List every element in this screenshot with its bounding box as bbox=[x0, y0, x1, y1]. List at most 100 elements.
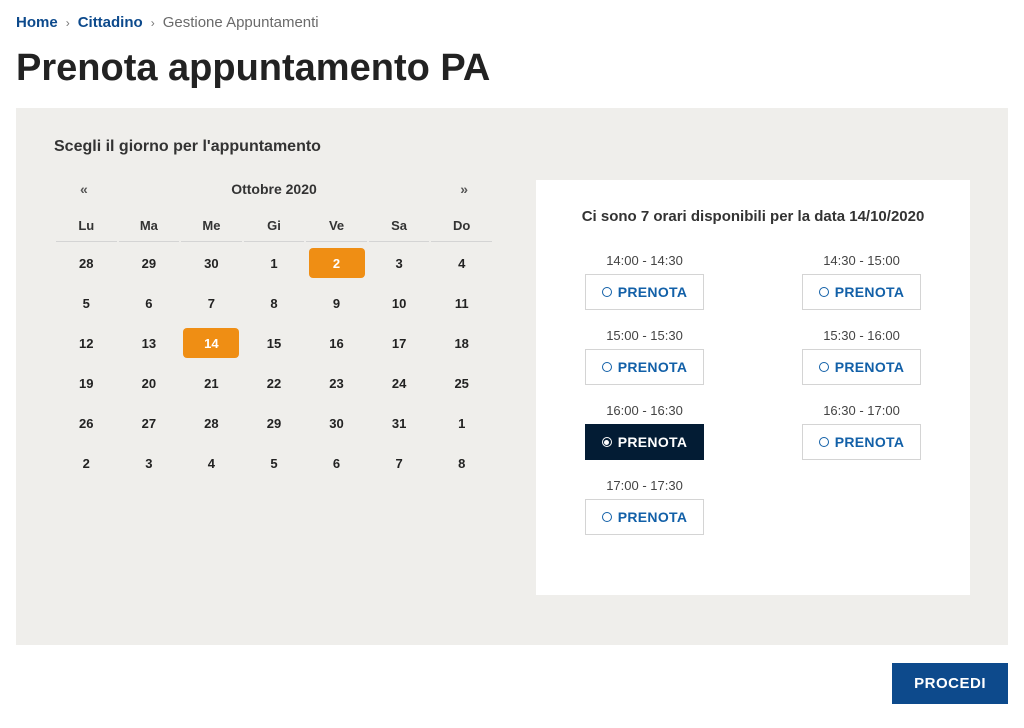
calendar-day[interactable]: 28 bbox=[181, 404, 242, 442]
calendar-day[interactable]: 26 bbox=[56, 404, 117, 442]
slot-time: 17:00 - 17:30 bbox=[566, 478, 723, 493]
slot-button-label: PRENOTA bbox=[835, 434, 905, 450]
calendar-day: 15 bbox=[244, 324, 305, 362]
slot-button-label: PRENOTA bbox=[835, 359, 905, 375]
slot-book-button[interactable]: PRENOTA bbox=[802, 424, 922, 460]
slot-book-button[interactable]: PRENOTA bbox=[802, 349, 922, 385]
slot-item: 15:00 - 15:30 PRENOTA bbox=[566, 328, 723, 385]
calendar-next-button[interactable]: » bbox=[454, 180, 474, 198]
slot-time: 16:30 - 17:00 bbox=[783, 403, 940, 418]
slot-item: 16:30 - 17:00 PRENOTA bbox=[783, 403, 940, 460]
slot-book-button[interactable]: PRENOTA bbox=[802, 274, 922, 310]
page-title: Prenota appuntamento PA bbox=[16, 47, 1008, 90]
calendar-weekday: Me bbox=[181, 210, 242, 242]
calendar-day[interactable]: 9 bbox=[306, 284, 367, 322]
calendar-weekday: Gi bbox=[244, 210, 305, 242]
slot-book-button[interactable]: PRENOTA bbox=[585, 499, 705, 535]
calendar-day: 4 bbox=[181, 444, 242, 482]
calendar-day[interactable]: 8 bbox=[244, 284, 305, 322]
radio-icon bbox=[819, 287, 829, 297]
calendar: « Ottobre 2020 » LuMaMeGiVeSaDo 28293012… bbox=[54, 180, 494, 484]
calendar-day[interactable]: 5 bbox=[56, 284, 117, 322]
calendar-day: 11 bbox=[431, 284, 492, 322]
calendar-day[interactable]: 7 bbox=[181, 284, 242, 322]
calendar-day: 29 bbox=[244, 404, 305, 442]
radio-icon bbox=[602, 512, 612, 522]
calendar-weekday: Lu bbox=[56, 210, 117, 242]
slot-book-button[interactable]: PRENOTA bbox=[585, 349, 705, 385]
calendar-weekday: Do bbox=[431, 210, 492, 242]
slot-button-label: PRENOTA bbox=[618, 359, 688, 375]
slots-title: Ci sono 7 orari disponibili per la data … bbox=[566, 208, 940, 225]
slot-time: 16:00 - 16:30 bbox=[566, 403, 723, 418]
calendar-weekday: Sa bbox=[369, 210, 430, 242]
radio-icon bbox=[602, 362, 612, 372]
calendar-day: 1 bbox=[244, 244, 305, 282]
calendar-day: 7 bbox=[369, 444, 430, 482]
calendar-day: 8 bbox=[431, 444, 492, 482]
calendar-month-label: Ottobre 2020 bbox=[231, 181, 317, 197]
chevron-right-icon: › bbox=[151, 16, 155, 30]
calendar-day: 25 bbox=[431, 364, 492, 402]
breadcrumb-cittadino[interactable]: Cittadino bbox=[78, 14, 143, 31]
calendar-day: 16 bbox=[306, 324, 367, 362]
calendar-day: 24 bbox=[369, 364, 430, 402]
calendar-prev-button[interactable]: « bbox=[74, 180, 94, 198]
calendar-day: 18 bbox=[431, 324, 492, 362]
calendar-day: 6 bbox=[306, 444, 367, 482]
calendar-day: 4 bbox=[431, 244, 492, 282]
slot-item: 14:30 - 15:00 PRENOTA bbox=[783, 253, 940, 310]
slot-button-label: PRENOTA bbox=[618, 509, 688, 525]
calendar-day: 17 bbox=[369, 324, 430, 362]
calendar-day: 10 bbox=[369, 284, 430, 322]
calendar-weekday: Ma bbox=[119, 210, 180, 242]
slot-time: 14:00 - 14:30 bbox=[566, 253, 723, 268]
slot-time: 14:30 - 15:00 bbox=[783, 253, 940, 268]
calendar-day: 2 bbox=[56, 444, 117, 482]
calendar-day[interactable]: 21 bbox=[181, 364, 242, 402]
main-panel: Scegli il giorno per l'appuntamento « Ot… bbox=[16, 108, 1008, 645]
calendar-section-title: Scegli il giorno per l'appuntamento bbox=[54, 138, 970, 156]
slot-item: 15:30 - 16:00 PRENOTA bbox=[783, 328, 940, 385]
slot-time: 15:00 - 15:30 bbox=[566, 328, 723, 343]
breadcrumb-current: Gestione Appuntamenti bbox=[163, 14, 319, 31]
calendar-day[interactable]: 20 bbox=[119, 364, 180, 402]
calendar-day: 30 bbox=[181, 244, 242, 282]
proceed-button[interactable]: PROCEDI bbox=[892, 663, 1008, 704]
calendar-day[interactable]: 13 bbox=[119, 324, 180, 362]
calendar-day[interactable]: 27 bbox=[119, 404, 180, 442]
slot-book-button[interactable]: PRENOTA bbox=[585, 424, 705, 460]
calendar-day[interactable]: 6 bbox=[119, 284, 180, 322]
radio-icon bbox=[602, 287, 612, 297]
calendar-day: 3 bbox=[119, 444, 180, 482]
slot-item: 16:00 - 16:30 PRENOTA bbox=[566, 403, 723, 460]
calendar-day[interactable]: 2 bbox=[306, 244, 367, 282]
slot-item: 17:00 - 17:30 PRENOTA bbox=[566, 478, 723, 535]
slot-item: 14:00 - 14:30 PRENOTA bbox=[566, 253, 723, 310]
slots-card: Ci sono 7 orari disponibili per la data … bbox=[536, 180, 970, 595]
slot-button-label: PRENOTA bbox=[618, 284, 688, 300]
calendar-day: 23 bbox=[306, 364, 367, 402]
calendar-day: 1 bbox=[431, 404, 492, 442]
calendar-day: 5 bbox=[244, 444, 305, 482]
calendar-day[interactable]: 14 bbox=[181, 324, 242, 362]
calendar-day: 3 bbox=[369, 244, 430, 282]
chevron-right-icon: › bbox=[66, 16, 70, 30]
calendar-day[interactable]: 12 bbox=[56, 324, 117, 362]
slot-button-label: PRENOTA bbox=[835, 284, 905, 300]
calendar-grid: LuMaMeGiVeSaDo 2829301234567891011121314… bbox=[54, 208, 494, 484]
slot-book-button[interactable]: PRENOTA bbox=[585, 274, 705, 310]
calendar-day: 29 bbox=[119, 244, 180, 282]
calendar-day: 31 bbox=[369, 404, 430, 442]
breadcrumb: Home › Cittadino › Gestione Appuntamenti bbox=[16, 8, 1008, 37]
calendar-day: 30 bbox=[306, 404, 367, 442]
slot-button-label: PRENOTA bbox=[618, 434, 688, 450]
calendar-day: 22 bbox=[244, 364, 305, 402]
radio-icon bbox=[819, 437, 829, 447]
radio-icon bbox=[602, 437, 612, 447]
radio-icon bbox=[819, 362, 829, 372]
slot-time: 15:30 - 16:00 bbox=[783, 328, 940, 343]
calendar-day[interactable]: 19 bbox=[56, 364, 117, 402]
calendar-day: 28 bbox=[56, 244, 117, 282]
breadcrumb-home[interactable]: Home bbox=[16, 14, 58, 31]
